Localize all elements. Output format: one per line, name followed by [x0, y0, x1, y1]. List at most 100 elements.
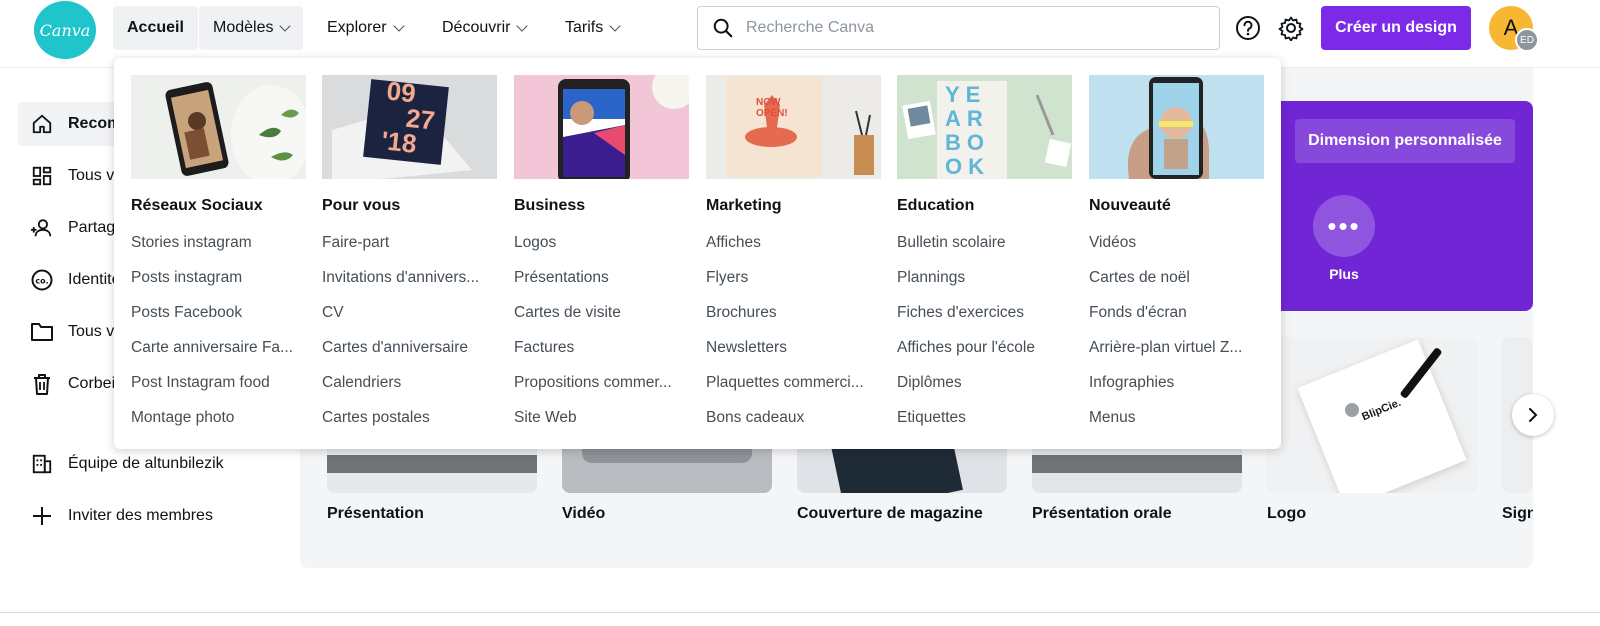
card-label-logo[interactable]: Logo [1267, 505, 1306, 523]
menu-link[interactable]: Factures [514, 330, 686, 365]
menu-link[interactable]: Infographies [1089, 365, 1261, 400]
search-input[interactable] [746, 19, 1186, 37]
nav-explorer[interactable]: Explorer [313, 6, 417, 50]
menu-link[interactable]: Bulletin scolaire [897, 225, 1069, 260]
help-icon [1236, 16, 1260, 40]
menu-link[interactable]: Cartes de noël [1089, 260, 1261, 295]
menu-link[interactable]: Logos [514, 225, 686, 260]
home-icon [30, 112, 54, 136]
canva-logo[interactable]: Canva [34, 1, 96, 59]
menu-link[interactable]: Menus [1089, 400, 1261, 435]
brand-icon: co. [30, 268, 54, 292]
templates-dropdown: Réseaux Sociaux Stories instagram Posts … [114, 58, 1281, 449]
sidebar-item-label: Inviter des membres [68, 507, 213, 524]
grid-icon [30, 164, 54, 188]
custom-size-button[interactable]: Dimension personnalisée [1295, 119, 1515, 163]
menu-column-title[interactable]: Pour vous [322, 197, 497, 219]
menu-link[interactable]: Propositions commer... [514, 365, 686, 400]
menu-link[interactable]: Arrière-plan virtuel Z... [1089, 330, 1261, 365]
card-label-sign[interactable]: Sign [1502, 505, 1533, 523]
chevron-down-icon [516, 20, 529, 32]
card-thumb-logo[interactable]: BlipCie. [1267, 337, 1477, 493]
bottom-divider [0, 612, 1600, 613]
sidebar-item-invite[interactable]: Inviter des membres [18, 494, 288, 538]
menu-link[interactable]: Plaquettes commerci... [706, 365, 878, 400]
menu-link[interactable]: Post Instagram food [131, 365, 303, 400]
menu-link[interactable]: Cartes de visite [514, 295, 686, 330]
menu-link[interactable]: Cartes postales [322, 400, 494, 435]
card-label-presentation[interactable]: Présentation [327, 505, 424, 523]
menu-link[interactable]: CV [322, 295, 494, 330]
building-icon [30, 452, 54, 476]
menu-column-for-you: 09 27 '18 Pour vous Faire-part Invitatio… [322, 75, 497, 435]
social-thumbnail[interactable] [131, 75, 306, 179]
nav-explorer-label: Explorer [327, 19, 387, 36]
menu-link[interactable]: Posts Facebook [131, 295, 303, 330]
carousel-next-button[interactable] [1512, 394, 1554, 436]
plus-icon [30, 504, 54, 528]
menu-link[interactable]: Présentations [514, 260, 686, 295]
menu-link[interactable]: Fiches d'exercices [897, 295, 1069, 330]
calendar-thumb-text: 09 27 '18 [380, 76, 438, 159]
menu-column-title[interactable]: Marketing [706, 197, 881, 219]
device-base [582, 449, 752, 463]
menu-column-title[interactable]: Business [514, 197, 689, 219]
menu-column-title[interactable]: Réseaux Sociaux [131, 197, 306, 219]
menu-link[interactable]: Affiches [706, 225, 878, 260]
menu-column-social: Réseaux Sociaux Stories instagram Posts … [131, 75, 306, 435]
gear-icon [1278, 16, 1304, 41]
nav-modeles[interactable]: Modèles [199, 6, 304, 50]
for-you-thumbnail[interactable]: 09 27 '18 [322, 75, 497, 179]
menu-link[interactable]: Montage photo [131, 400, 303, 435]
nav-modeles-label: Modèles [213, 19, 274, 36]
nav-tarifs[interactable]: Tarifs [551, 6, 633, 50]
help-button[interactable] [1232, 12, 1264, 44]
menu-link[interactable]: Faire-part [322, 225, 494, 260]
menu-link[interactable]: Stories instagram [131, 225, 303, 260]
marketing-thumbnail[interactable]: NOW OPEN! [706, 75, 881, 179]
nav-accueil[interactable]: Accueil [113, 6, 198, 50]
menu-link[interactable]: Invitations d'annivers... [322, 260, 494, 295]
card-label-oral-presentation[interactable]: Présentation orale [1032, 505, 1172, 523]
svg-text:co.: co. [35, 277, 48, 286]
new-thumbnail[interactable] [1089, 75, 1264, 179]
chevron-down-icon [392, 20, 405, 32]
menu-link[interactable]: Calendriers [322, 365, 494, 400]
laptop-base [327, 455, 537, 473]
chevron-down-icon [279, 20, 292, 32]
menu-column-title[interactable]: Education [897, 197, 1072, 219]
chevron-down-icon [609, 20, 621, 32]
settings-button[interactable] [1275, 12, 1307, 44]
more-button[interactable]: ••• [1313, 195, 1375, 257]
nav-accueil-label: Accueil [127, 19, 184, 36]
menu-column-business: Business Logos Présentations Cartes de v… [514, 75, 689, 435]
card-label-magazine[interactable]: Couverture de magazine [797, 505, 983, 523]
menu-column-title[interactable]: Nouveauté [1089, 197, 1264, 219]
menu-link[interactable]: Newsletters [706, 330, 878, 365]
menu-link[interactable]: Diplômes [897, 365, 1069, 400]
menu-link[interactable]: Vidéos [1089, 225, 1261, 260]
menu-link[interactable]: Fonds d'écran [1089, 295, 1261, 330]
card-label-video[interactable]: Vidéo [562, 505, 605, 523]
menu-link[interactable]: Carte anniversaire Fa... [131, 330, 303, 365]
nav-decouvrir[interactable]: Découvrir [428, 6, 540, 50]
menu-link[interactable]: Brochures [706, 295, 878, 330]
nav-decouvrir-label: Découvrir [442, 19, 511, 36]
menu-link[interactable]: Etiquettes [897, 400, 1069, 435]
now-open-thumb-text: NOW OPEN! [756, 97, 788, 119]
business-thumbnail[interactable] [514, 75, 689, 179]
menu-link[interactable]: Bons cadeaux [706, 400, 878, 435]
search-icon [713, 18, 733, 38]
search-box[interactable] [697, 6, 1220, 50]
create-design-button[interactable]: Créer un design [1321, 6, 1471, 50]
menu-link[interactable]: Site Web [514, 400, 686, 435]
menu-link[interactable]: Affiches pour l'école [897, 330, 1069, 365]
menu-column-marketing: NOW OPEN! Marketing Affiches Flyers Broc… [706, 75, 881, 435]
menu-link[interactable]: Posts instagram [131, 260, 303, 295]
menu-link[interactable]: Flyers [706, 260, 878, 295]
team-badge[interactable]: ED [1515, 28, 1539, 52]
education-thumbnail[interactable]: YEARBOOK [897, 75, 1072, 179]
menu-link[interactable]: Plannings [897, 260, 1069, 295]
logo-mark [1345, 403, 1359, 417]
menu-link[interactable]: Cartes d'anniversaire [322, 330, 494, 365]
